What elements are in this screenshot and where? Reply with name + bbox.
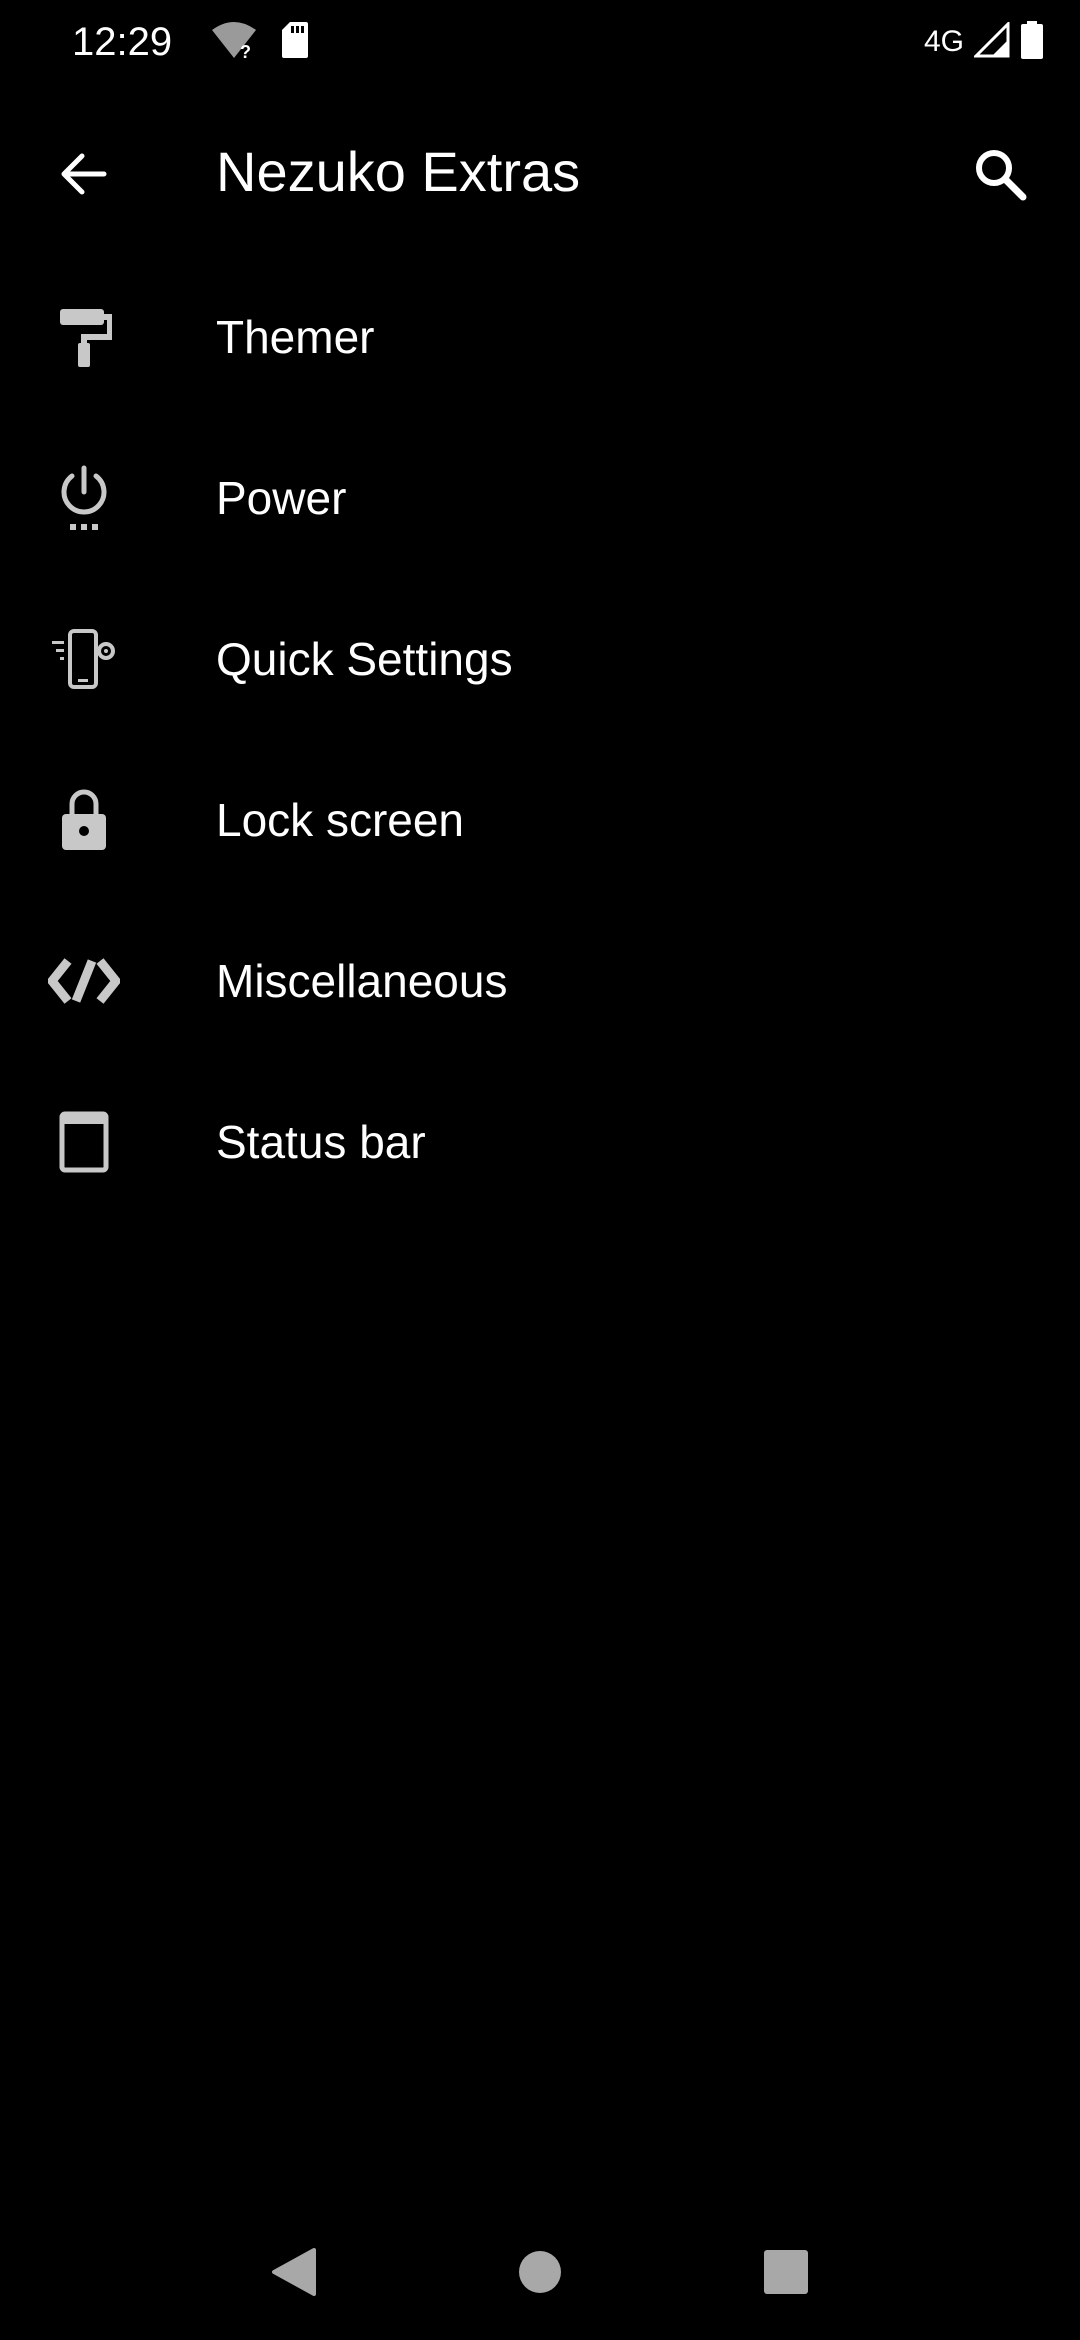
status-right-icons: 4G (923, 19, 1044, 65)
wifi-unknown-icon: ? (210, 20, 258, 65)
navigation-bar (0, 2208, 1080, 2340)
arrow-back-icon (58, 148, 110, 205)
nav-home-button[interactable] (494, 2228, 586, 2320)
lock-icon (48, 784, 120, 856)
page-title: Nezuko Extras (216, 140, 581, 203)
status-bar: 12:29 ? 4G (0, 0, 1080, 84)
settings-item-status-bar[interactable]: Status bar (0, 1061, 1080, 1222)
network-type: 4G (923, 25, 964, 58)
signal-icon (972, 19, 1010, 63)
nav-back-button[interactable] (248, 2228, 340, 2320)
phone-settings-icon (48, 623, 120, 695)
settings-item-label: Quick Settings (216, 632, 513, 685)
sd-card-icon (280, 20, 310, 65)
home-circle-icon (516, 2248, 564, 2301)
power-icon (48, 462, 120, 534)
settings-item-label: Lock screen (216, 793, 465, 846)
settings-item-label: Themer (216, 310, 375, 363)
back-triangle-icon (270, 2246, 318, 2303)
app-bar: Nezuko Extras (0, 108, 1080, 236)
back-button[interactable] (40, 132, 128, 220)
window-icon (48, 1106, 120, 1178)
search-button[interactable] (956, 132, 1044, 220)
settings-item-power[interactable]: Power (0, 417, 1080, 578)
status-time: 12:29 (72, 20, 173, 64)
settings-item-themer[interactable]: Themer (0, 256, 1080, 417)
settings-list: Themer Power Quick Settings Lock screen … (0, 256, 1080, 1222)
search-icon (972, 146, 1028, 207)
code-icon (48, 945, 120, 1017)
settings-item-lock-screen[interactable]: Lock screen (0, 739, 1080, 900)
settings-item-label: Status bar (216, 1115, 426, 1168)
recents-square-icon (762, 2248, 810, 2301)
settings-item-label: Miscellaneous (216, 954, 508, 1007)
status-left-icons: ? (210, 20, 310, 64)
battery-icon (1020, 20, 1044, 65)
nav-recents-button[interactable] (740, 2228, 832, 2320)
settings-item-label: Power (216, 471, 347, 524)
settings-item-miscellaneous[interactable]: Miscellaneous (0, 900, 1080, 1061)
svg-text:?: ? (240, 42, 251, 60)
settings-item-quick-settings[interactable]: Quick Settings (0, 578, 1080, 739)
paint-roller-icon (48, 301, 120, 373)
